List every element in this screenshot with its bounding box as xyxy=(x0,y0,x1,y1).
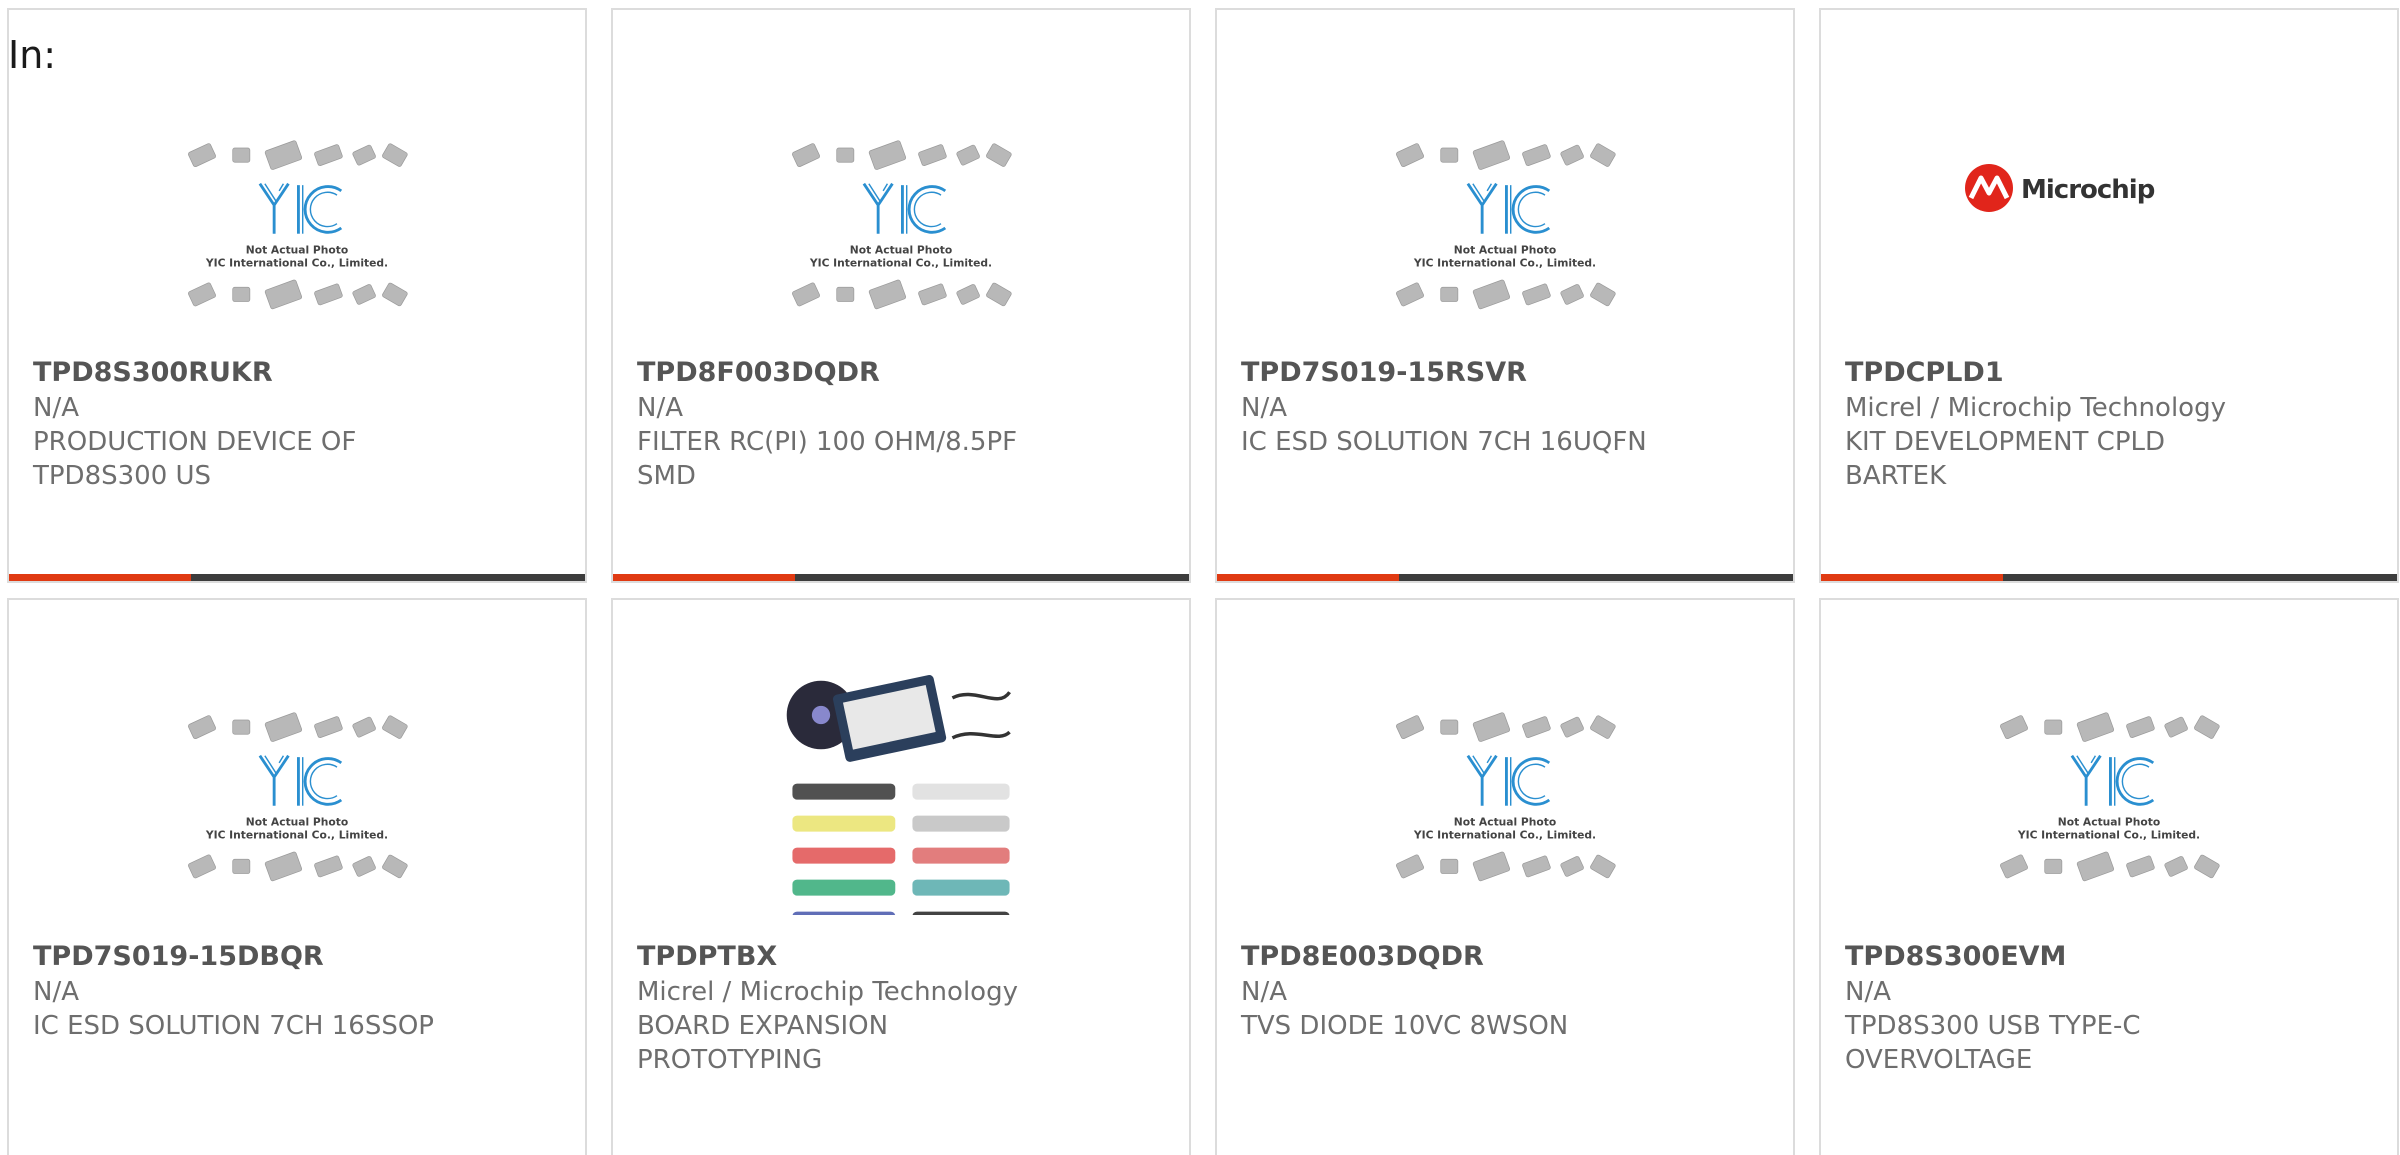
product-image[interactable]: Not Actual Photo YIC International Co., L… xyxy=(1217,670,1793,920)
product-manufacturer: Micrel / Microchip Technology xyxy=(1845,393,2226,423)
yic-logo-icon xyxy=(258,182,343,234)
yic-logo-icon xyxy=(258,754,343,806)
image-caption-line1: Not Actual Photo xyxy=(1454,816,1556,829)
ic-packages-top xyxy=(188,140,408,170)
ic-packages-bottom xyxy=(1396,851,1616,882)
card-accent-bar xyxy=(1217,574,1399,581)
ic-packages-bottom xyxy=(2000,851,2220,882)
image-caption-line2: YIC International Co., Limited. xyxy=(809,257,992,270)
product-card[interactable]: Not Actual Photo YIC International Co., L… xyxy=(1215,8,1795,583)
product-image[interactable]: Not Actual Photo YIC International Co., L… xyxy=(613,98,1189,348)
product-card[interactable]: Microchip TPDCPLD1 Micrel / Microchip Tech… xyxy=(1819,8,2399,583)
product-card[interactable]: Not Actual Photo YIC International Co., L… xyxy=(1819,598,2399,1155)
microchip-logo-icon xyxy=(1965,164,2013,212)
image-caption-line1: Not Actual Photo xyxy=(2058,816,2160,829)
image-caption-line1: Not Actual Photo xyxy=(850,244,952,257)
product-card[interactable]: Not Actual Photo YIC International Co., L… xyxy=(7,598,587,1155)
product-card[interactable]: TPDPTBX Micrel / Microchip Technology BOAR… xyxy=(611,598,1191,1155)
product-description: IC ESD SOLUTION 7CH 16UQFN xyxy=(1241,427,1647,457)
microchip-logo-text: Microchip xyxy=(2021,175,2155,205)
ic-packages-bottom xyxy=(188,851,408,882)
ic-packages-top xyxy=(792,140,1012,170)
image-caption-line2: YIC International Co., Limited. xyxy=(1413,829,1596,842)
ic-packages-bottom xyxy=(792,279,1012,310)
yic-logo-icon xyxy=(1466,754,1551,806)
ic-packages-bottom xyxy=(188,279,408,310)
product-description: IC ESD SOLUTION 7CH 16SSOP xyxy=(33,1011,434,1041)
image-caption-line2: YIC International Co., Limited. xyxy=(2017,829,2200,842)
product-part-number[interactable]: TPD7S019-15DBQR xyxy=(33,940,324,974)
product-description: PRODUCTION DEVICE OF TPD8S300 US xyxy=(33,427,357,491)
ic-packages-bottom xyxy=(1396,279,1616,310)
product-manufacturer: N/A xyxy=(1845,977,1891,1007)
card-accent-bar xyxy=(613,574,795,581)
not-actual-photo-image: Not Actual PhotoYIC International Co., L… xyxy=(188,140,408,310)
product-part-number[interactable]: TPDCPLD1 xyxy=(1845,356,2004,390)
product-card[interactable]: Not Actual Photo YIC International Co., L… xyxy=(611,8,1191,583)
image-caption-line2: YIC International Co., Limited. xyxy=(1413,257,1596,270)
not-actual-photo-image: Not Actual PhotoYIC International Co., L… xyxy=(1396,140,1616,310)
ic-packages-top xyxy=(1396,712,1616,742)
yic-logo-icon xyxy=(1466,182,1551,234)
ic-packages-top xyxy=(1396,140,1616,170)
product-manufacturer: N/A xyxy=(33,393,79,423)
card-divider-bar xyxy=(9,574,585,581)
product-image[interactable]: Not Actual Photo YIC International Co., L… xyxy=(9,98,585,348)
not-actual-photo-image: Not Actual PhotoYIC International Co., L… xyxy=(2000,712,2220,882)
product-part-number[interactable]: TPD7S019-15RSVR xyxy=(1241,356,1527,390)
product-description: TVS DIODE 10VC 8WSON xyxy=(1241,1011,1569,1041)
product-part-number[interactable]: TPD8S300RUKR xyxy=(33,356,273,390)
not-actual-photo-image: Not Actual PhotoYIC International Co., L… xyxy=(1396,712,1616,882)
product-manufacturer: N/A xyxy=(33,977,79,1007)
image-caption-line2: YIC International Co., Limited. xyxy=(205,257,388,270)
ic-packages-top xyxy=(2000,712,2220,742)
card-divider-bar xyxy=(1217,574,1793,581)
image-caption-line2: YIC International Co., Limited. xyxy=(205,829,388,842)
microchip-logo-image: Microchip xyxy=(1965,164,2156,212)
image-caption-line1: Not Actual Photo xyxy=(246,816,348,829)
image-caption-line1: Not Actual Photo xyxy=(246,244,348,257)
product-grid-page: In: Not Actual Photo YIC International Co… xyxy=(0,0,2400,1155)
product-card[interactable]: Not Actual Photo YIC International Co., L… xyxy=(1215,598,1795,1155)
product-manufacturer: N/A xyxy=(1241,977,1287,1007)
product-image[interactable]: Not Actual Photo YIC International Co., L… xyxy=(9,670,585,920)
product-part-number[interactable]: TPDPTBX xyxy=(637,940,777,974)
product-card[interactable]: Not Actual Photo YIC International Co., L… xyxy=(7,8,587,583)
product-manufacturer: Micrel / Microchip Technology xyxy=(637,977,1018,1007)
not-actual-photo-image: Not Actual PhotoYIC International Co., L… xyxy=(792,140,1012,310)
card-accent-bar xyxy=(1821,574,2003,581)
image-caption-line1: Not Actual Photo xyxy=(1454,244,1556,257)
card-divider-bar xyxy=(613,574,1189,581)
product-description: TPD8S300 USB TYPE-C OVERVOLTAGE xyxy=(1845,1011,2141,1075)
product-image[interactable]: Not Actual Photo YIC International Co., L… xyxy=(1217,98,1793,348)
ic-packages-top xyxy=(188,712,408,742)
section-heading: In: xyxy=(8,33,57,77)
product-description: BOARD EXPANSION PROTOTYPING xyxy=(637,1011,889,1075)
product-manufacturer: N/A xyxy=(637,393,683,423)
product-part-number[interactable]: TPD8F003DQDR xyxy=(637,356,880,390)
product-image[interactable] xyxy=(613,670,1189,920)
product-description: KIT DEVELOPMENT CPLD BARTEK xyxy=(1845,427,2166,491)
product-part-number[interactable]: TPD8S300EVM xyxy=(1845,940,2066,974)
not-actual-photo-image: Not Actual PhotoYIC International Co., L… xyxy=(188,712,408,882)
product-image[interactable]: Not Actual Photo YIC International Co., L… xyxy=(1821,670,2397,920)
prototyping-kit-photo xyxy=(786,675,1011,915)
product-description: FILTER RC(PI) 100 OHM/8.5PF SMD xyxy=(637,427,1018,491)
product-manufacturer: N/A xyxy=(1241,393,1287,423)
yic-logo-icon xyxy=(862,182,947,234)
product-image[interactable]: Microchip xyxy=(1821,98,2397,348)
yic-logo-icon xyxy=(2070,754,2155,806)
card-divider-bar xyxy=(1821,574,2397,581)
card-accent-bar xyxy=(9,574,191,581)
product-part-number[interactable]: TPD8E003DQDR xyxy=(1241,940,1484,974)
